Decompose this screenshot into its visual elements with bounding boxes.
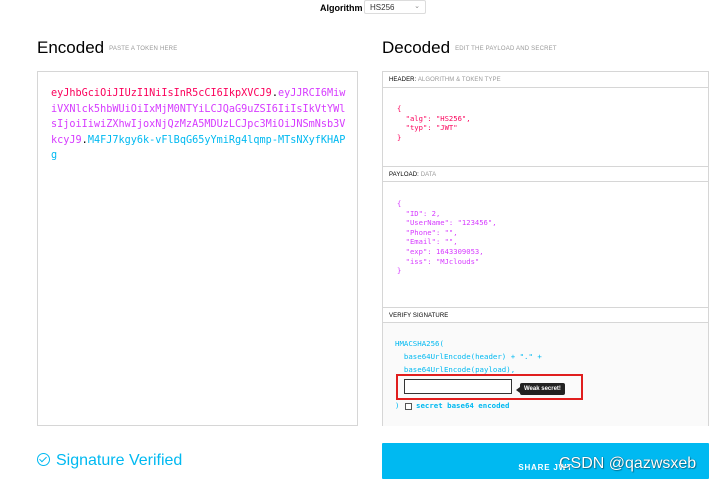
encoded-title: Encoded	[37, 38, 105, 57]
encoded-heading: Encoded PASTE A TOKEN HERE	[37, 38, 177, 58]
algorithm-label: Algorithm	[320, 3, 363, 13]
encoded-token-text[interactable]: eyJhbGciOiJIUzI1NiIsInR5cCI6IkpXVCJ9.eyJ…	[51, 86, 351, 164]
check-circle-icon	[37, 453, 50, 466]
algorithm-selected-value: HS256	[370, 3, 395, 12]
header-section-title: HEADER: ALGORITHM & TOKEN TYPE	[383, 72, 708, 88]
payload-json-editor[interactable]: { "ID": 2, "UserName": "123456", "Phone"…	[397, 199, 497, 276]
sig-code-line2: base64UrlEncode(header) + "." +	[395, 352, 542, 361]
watermark: CSDN @qazwsxeb	[559, 455, 697, 472]
highlight-box	[396, 374, 583, 400]
header-json-editor[interactable]: { "alg": "HS256", "typ": "JWT" }	[397, 104, 471, 142]
header-section-label: HEADER:	[389, 77, 417, 83]
payload-section-label: PAYLOAD:	[389, 172, 419, 178]
decoded-heading: Decoded EDIT THE PAYLOAD AND SECRET	[382, 38, 557, 58]
secret-base64-label: secret base64 encoded	[416, 401, 510, 410]
secret-base64-checkbox[interactable]	[405, 403, 412, 410]
signature-verified-text: Signature Verified	[56, 452, 183, 469]
decoded-title: Decoded	[382, 38, 451, 57]
decoded-panel: HEADER: ALGORITHM & TOKEN TYPE { "alg": …	[382, 71, 709, 426]
header-section-sublabel: ALGORITHM & TOKEN TYPE	[417, 77, 501, 83]
signature-section-label: VERIFY SIGNATURE	[389, 313, 449, 319]
chevron-down-icon: ⌄	[414, 3, 420, 10]
sig-code-line1: HMACSHA256(	[395, 339, 444, 348]
token-signature-part: M4FJ7kgy6k-vFlBqG65yYmiRg4lqmp-MTsNXyfKH…	[51, 134, 346, 162]
payload-section-title: PAYLOAD: DATA	[383, 166, 708, 182]
encoded-subtitle: PASTE A TOKEN HERE	[109, 45, 178, 52]
sig-close-paren: )	[395, 401, 400, 410]
payload-section-sublabel: DATA	[420, 172, 437, 178]
algorithm-select[interactable]: HS256 ⌄	[364, 0, 426, 14]
encoded-token-editor[interactable]: eyJhbGciOiJIUzI1NiIsInR5cCI6IkpXVCJ9.eyJ…	[37, 71, 358, 426]
signature-section-title: VERIFY SIGNATURE	[383, 307, 708, 323]
signature-verified-status: Signature Verified	[37, 452, 182, 470]
token-header-part: eyJhbGciOiJIUzI1NiIsInR5cCI6IkpXVCJ9	[51, 88, 272, 99]
decoded-subtitle: EDIT THE PAYLOAD AND SECRET	[455, 45, 557, 52]
